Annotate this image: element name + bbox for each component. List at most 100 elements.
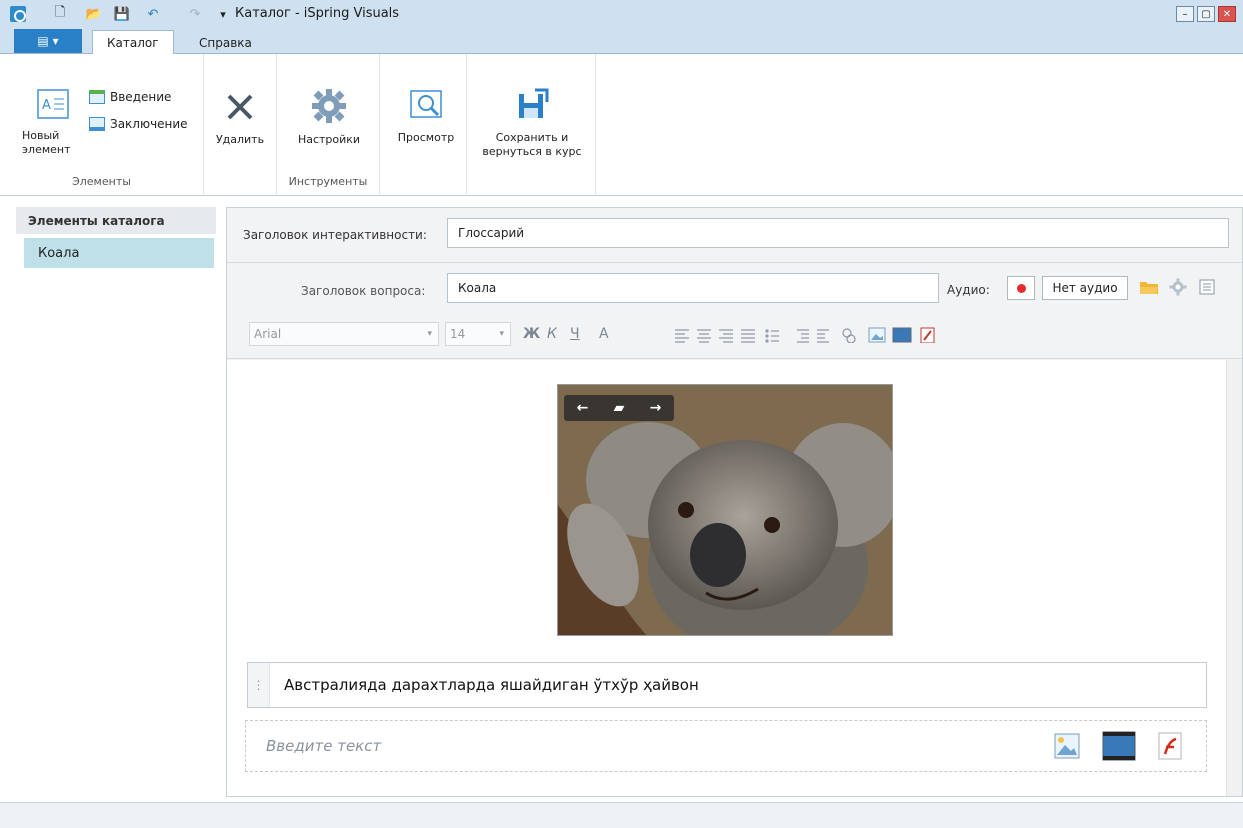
insert-image-icon — [868, 327, 886, 343]
chevron-down-icon: ▾ — [499, 329, 504, 339]
delete-label: Удалить — [215, 133, 265, 146]
format-toolbar-icons — [675, 327, 935, 343]
question-title-input[interactable]: Коала — [447, 273, 939, 303]
customize-quick-access-icon[interactable]: ▾ — [213, 4, 233, 24]
link-icon — [842, 328, 856, 343]
bold-button[interactable]: Ж — [523, 321, 540, 347]
koala-image — [558, 385, 892, 635]
save-return-icon — [519, 88, 549, 118]
file-menu-button[interactable]: ▤ ▾ — [14, 29, 82, 53]
svg-text:A: A — [42, 98, 51, 113]
status-bar — [0, 802, 1243, 828]
notes-icon[interactable] — [1199, 279, 1215, 295]
outro-icon — [89, 117, 105, 131]
settings-label: Настройки — [297, 133, 361, 146]
editor-scrollbar[interactable] — [1226, 360, 1242, 796]
underline-button[interactable]: Ч — [570, 321, 580, 347]
list-item[interactable]: Коала — [24, 238, 214, 268]
close-button[interactable]: ✕ — [1218, 6, 1236, 22]
insert-video-icon — [892, 327, 912, 343]
minimize-button[interactable]: – — [1176, 6, 1194, 22]
delete-button[interactable]: Удалить — [210, 90, 270, 146]
catalog-items-panel: Элементы каталога Коала — [16, 207, 216, 797]
question-row: Заголовок вопроса: Коала Аудио: Нет ауди… — [227, 263, 1242, 359]
title-bar: 🗋 📂 💾 ↶ ↷ ▾ Каталог - iSpring Visuals – … — [0, 0, 1243, 55]
no-audio-button[interactable]: Нет аудио — [1042, 276, 1128, 300]
ribbon-group-tools: Настройки Инструменты — [276, 54, 380, 194]
next-image-button[interactable]: → — [650, 400, 662, 416]
save-return-label: Сохранить и вернуться в курс — [482, 131, 582, 158]
intro-button[interactable]: Введение — [89, 90, 171, 104]
new-item-label: Новый элемент — [22, 129, 71, 156]
bullet-list-icon — [765, 329, 779, 343]
gear-icon — [312, 89, 346, 123]
maximize-button[interactable]: ▢ — [1197, 6, 1215, 22]
record-icon — [1016, 283, 1026, 293]
preview-icon — [410, 90, 442, 118]
align-center-icon — [697, 329, 711, 343]
open-folder-icon[interactable]: 📂 — [84, 4, 104, 24]
placeholder-text: Введите текст — [266, 737, 382, 755]
koala-photo[interactable]: ← ▰ → — [557, 384, 893, 636]
justify-icon — [741, 329, 755, 343]
replace-image-button[interactable]: ▰ — [614, 400, 625, 416]
image-controls: ← ▰ → — [564, 395, 674, 421]
question-title-label: Заголовок вопроса: — [301, 284, 426, 298]
record-audio-button[interactable] — [1007, 276, 1035, 300]
window-title: Каталог - iSpring Visuals — [235, 6, 400, 21]
prev-image-button[interactable]: ← — [577, 400, 589, 416]
add-image-icon[interactable] — [1054, 733, 1080, 759]
font-size-value: 14 — [450, 327, 466, 341]
outdent-icon — [817, 329, 829, 343]
new-item-button[interactable]: A Новый элемент — [22, 88, 84, 157]
description-text-block[interactable]: ⋮ Австралияда дарахтларда яшайдиган ўтхў… — [247, 662, 1207, 708]
redo-icon[interactable]: ↷ — [185, 4, 205, 24]
tab-help[interactable]: Справка — [185, 30, 266, 55]
description-text[interactable]: Австралияда дарахтларда яшайдиган ўтхўр … — [284, 676, 699, 694]
add-video-icon[interactable] — [1102, 731, 1136, 761]
drag-handle[interactable]: ⋮ — [248, 663, 270, 707]
save-icon[interactable]: 💾 — [112, 4, 132, 24]
new-item-icon: A — [37, 89, 69, 119]
catalog-items-header: Элементы каталога — [16, 207, 216, 234]
align-right-icon — [719, 329, 733, 343]
interactivity-title-row: Заголовок интерактивности: Глоссарий — [227, 208, 1242, 263]
intro-icon — [89, 90, 105, 104]
add-flash-icon[interactable] — [1158, 732, 1182, 760]
outro-label: Заключение — [110, 117, 188, 131]
content-editor[interactable]: ← ▰ → ⋮ Австралияда дарахтларда яшайдига… — [227, 360, 1242, 796]
font-size-select[interactable]: 14 ▾ — [445, 322, 511, 346]
ribbon-group-elements: A Новый элемент Введение Заключение Элем… — [0, 54, 204, 194]
align-left-icon — [675, 329, 689, 343]
italic-button[interactable]: К — [547, 321, 557, 347]
intro-label: Введение — [110, 90, 172, 104]
app-icon[interactable] — [10, 6, 26, 22]
tools-group-label: Инструменты — [288, 175, 368, 188]
indent-icon — [797, 329, 809, 343]
font-family-value: Arial — [254, 327, 282, 341]
ribbon: A Новый элемент Введение Заключение Элем… — [0, 54, 1243, 196]
new-text-input[interactable]: Введите текст — [245, 720, 1207, 772]
delete-icon — [227, 94, 253, 120]
save-return-button[interactable]: Сохранить и вернуться в курс — [477, 88, 587, 159]
item-editor: Заголовок интерактивности: Глоссарий Заг… — [226, 207, 1243, 797]
ribbon-tabs: ▤ ▾ Каталог Справка — [0, 28, 1243, 55]
undo-icon[interactable]: ↶ — [143, 4, 163, 24]
preview-label: Просмотр — [397, 131, 455, 144]
open-folder-icon[interactable] — [1139, 278, 1159, 296]
ribbon-group-save: Сохранить и вернуться в курс — [466, 54, 596, 194]
new-file-icon[interactable]: 🗋 — [50, 4, 70, 24]
insert-flash-icon — [920, 327, 935, 343]
outro-button[interactable]: Заключение — [89, 117, 188, 131]
font-color-button[interactable]: А — [599, 321, 609, 347]
preview-button[interactable]: Просмотр — [388, 88, 464, 144]
tab-catalog[interactable]: Каталог — [92, 30, 174, 55]
font-family-select[interactable]: Arial ▾ — [249, 322, 439, 346]
interactivity-title-label: Заголовок интерактивности: — [243, 228, 427, 242]
audio-label: Аудио: — [947, 283, 990, 297]
chevron-down-icon: ▾ — [427, 329, 432, 339]
gear-icon[interactable] — [1169, 278, 1187, 296]
settings-button[interactable]: Настройки — [287, 88, 371, 146]
elements-group-label: Элементы — [72, 175, 131, 188]
interactivity-title-input[interactable]: Глоссарий — [447, 218, 1229, 248]
